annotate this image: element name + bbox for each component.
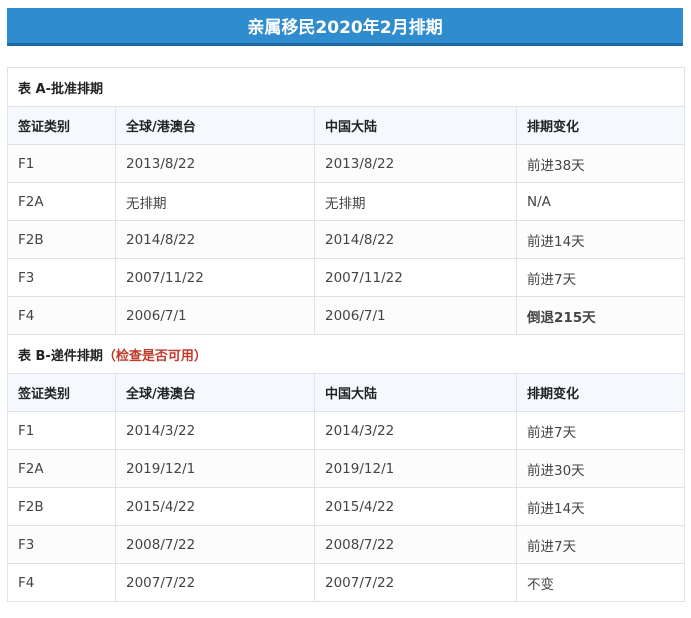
china-date: 2008/7/22 (314, 525, 517, 564)
header-visa-category: 签证类别 (7, 106, 116, 145)
table-a-header-row: 签证类别 全球/港澳台 中国大陆 排期变化 (7, 106, 686, 145)
worldwide-date: 2015/4/22 (115, 487, 315, 526)
visa-category: F1 (7, 411, 116, 450)
table-row: F3 2008/7/22 2008/7/22 前进7天 (7, 525, 686, 564)
date-change: 前进7天 (515, 258, 686, 297)
date-change: 不变 (515, 563, 686, 602)
worldwide-date: 2008/7/22 (115, 525, 315, 564)
china-date: 2006/7/1 (314, 296, 517, 335)
page-title: 亲属移民2020年2月排期 (247, 18, 443, 38)
table-row: F3 2007/11/22 2007/11/22 前进7天 (7, 258, 686, 297)
table-b-header-row: 签证类别 全球/港澳台 中国大陆 排期变化 (7, 373, 686, 412)
date-change: 前进14天 (515, 220, 686, 259)
china-date: 2007/11/22 (314, 258, 517, 297)
table-b-caption-row: 表 B-递件排期（检查是否可用） (6, 334, 686, 374)
table-b-caption: 表 B-递件排期 (18, 348, 103, 364)
worldwide-date: 2019/12/1 (115, 449, 315, 488)
header-china: 中国大陆 (314, 106, 517, 145)
china-date: 2013/8/22 (314, 144, 517, 183)
table-row: F1 2014/3/22 2014/3/22 前进7天 (7, 411, 686, 450)
header-china: 中国大陆 (314, 373, 517, 412)
table-a-caption-row: 表 A-批准排期 (6, 67, 686, 107)
table-row: F2A 2019/12/1 2019/12/1 前进30天 (7, 449, 686, 488)
date-change: 前进30天 (515, 449, 686, 488)
header-worldwide: 全球/港澳台 (115, 106, 315, 145)
worldwide-date: 2013/8/22 (115, 144, 315, 183)
date-change: 前进7天 (515, 525, 686, 564)
table-row: F2B 2014/8/22 2014/8/22 前进14天 (7, 220, 686, 259)
visa-category: F1 (7, 144, 116, 183)
worldwide-date: 2007/7/22 (115, 563, 315, 602)
date-change: 前进38天 (515, 144, 686, 183)
date-change: 前进14天 (515, 487, 686, 526)
visa-category: F3 (7, 525, 116, 564)
header-visa-category: 签证类别 (7, 373, 116, 412)
visa-category: F2B (7, 220, 116, 259)
worldwide-date: 2006/7/1 (115, 296, 315, 335)
visa-category: F2A (7, 182, 116, 221)
china-date: 2019/12/1 (314, 449, 517, 488)
visa-bulletin-table: 表 A-批准排期 签证类别 全球/港澳台 中国大陆 排期变化 F1 2013/8… (6, 67, 686, 602)
china-date: 2007/7/22 (314, 563, 517, 602)
page-title-banner: 亲属移民2020年2月排期 (7, 8, 683, 46)
table-row: F2B 2015/4/22 2015/4/22 前进14天 (7, 487, 686, 526)
table-a-caption: 表 A-批准排期 (6, 67, 686, 107)
visa-category: F3 (7, 258, 116, 297)
china-date: 2014/8/22 (314, 220, 517, 259)
header-worldwide: 全球/港澳台 (115, 373, 315, 412)
worldwide-date: 2014/3/22 (115, 411, 315, 450)
visa-category: F2B (7, 487, 116, 526)
date-change: N/A (515, 182, 686, 221)
table-row: F4 2007/7/22 2007/7/22 不变 (7, 563, 686, 602)
china-date: 无排期 (314, 182, 517, 221)
worldwide-date: 2014/8/22 (115, 220, 315, 259)
table-row: F2A 无排期 无排期 N/A (7, 182, 686, 221)
date-change: 前进7天 (515, 411, 686, 450)
table-row: F1 2013/8/22 2013/8/22 前进38天 (7, 144, 686, 183)
header-change: 排期变化 (515, 373, 686, 412)
table-b-caption-note: （检查是否可用） (102, 348, 207, 364)
worldwide-date: 无排期 (115, 182, 315, 221)
visa-category: F2A (7, 449, 116, 488)
visa-category: F4 (7, 296, 116, 335)
table-row: F4 2006/7/1 2006/7/1 倒退215天 (7, 296, 686, 335)
china-date: 2014/3/22 (314, 411, 517, 450)
table-b-caption-cell: 表 B-递件排期（检查是否可用） (6, 334, 686, 374)
header-change: 排期变化 (515, 106, 686, 145)
visa-category: F4 (7, 563, 116, 602)
worldwide-date: 2007/11/22 (115, 258, 315, 297)
china-date: 2015/4/22 (314, 487, 517, 526)
date-change-retrogress: 倒退215天 (515, 296, 686, 335)
